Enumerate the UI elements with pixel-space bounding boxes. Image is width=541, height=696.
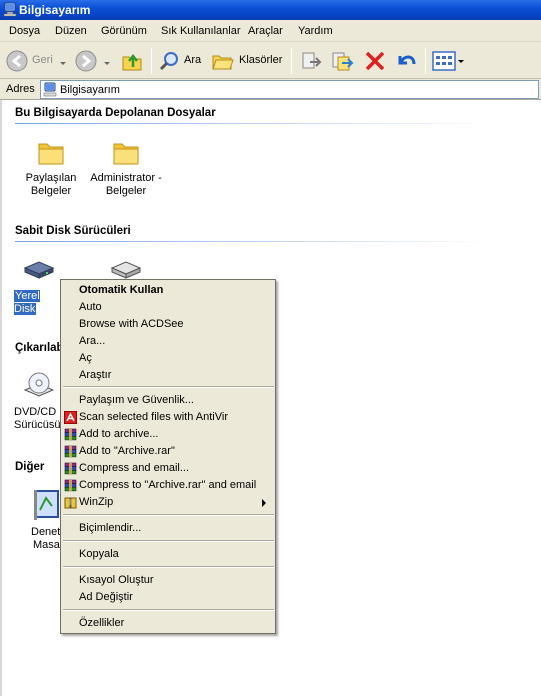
menu-view[interactable]: Görünüm: [101, 25, 147, 37]
address-label: Adres: [6, 83, 35, 95]
shared-documents-folder[interactable]: Paylaşılan Belgeler: [18, 138, 84, 198]
toolbar-separator: [425, 48, 426, 74]
search-label[interactable]: Ara: [184, 54, 201, 66]
window-title: Bilgisayarım: [19, 3, 91, 17]
menu-bar: Dosya Düzen Görünüm Sık Kullanılanlar Ar…: [0, 20, 541, 42]
antivir-icon: [64, 411, 77, 424]
menu-item-open[interactable]: Aç: [62, 350, 274, 367]
administrator-documents-folder[interactable]: Administrator - Belgeler: [86, 138, 166, 198]
folder-label: Belgeler: [105, 185, 147, 197]
move-to-icon[interactable]: [299, 48, 323, 74]
computer-icon: [3, 2, 17, 20]
group-other-title: Diğer: [15, 461, 45, 473]
back-label: Geri: [32, 54, 53, 66]
menu-separator: [63, 514, 274, 516]
menu-item-add-to-archive-rar[interactable]: Add to "Archive.rar": [62, 443, 274, 460]
menu-separator: [63, 540, 274, 542]
control-panel-icon: [30, 490, 62, 525]
winzip-icon: [64, 496, 77, 509]
menu-item-search[interactable]: Ara...: [62, 333, 274, 350]
cd-drive-label: Sürücüsü: [14, 419, 61, 431]
folder-icon: [35, 143, 67, 171]
menu-file[interactable]: Dosya: [9, 25, 40, 37]
menu-item-sharing-security[interactable]: Paylaşım ve Güvenlik...: [62, 392, 274, 409]
up-folder-button[interactable]: [120, 48, 144, 74]
computer-icon: [43, 82, 57, 100]
toolbar-separator: [291, 48, 292, 74]
folders-label[interactable]: Klasörler: [239, 54, 282, 66]
menu-separator: [63, 566, 274, 568]
search-button[interactable]: [157, 48, 181, 74]
menu-item-antivir-scan[interactable]: Scan selected files with AntiVir: [62, 409, 274, 426]
copy-to-icon[interactable]: [330, 48, 354, 74]
dvd-cd-drive[interactable]: DVD/CD Sürücüsü: [14, 370, 64, 432]
folder-label: Administrator -: [90, 172, 162, 184]
menu-item-winzip[interactable]: WinZip: [62, 494, 274, 511]
menu-item-copy[interactable]: Kopyala: [62, 546, 274, 563]
menu-help[interactable]: Yardım: [298, 25, 333, 37]
context-menu: Otomatik Kullan Auto Browse with ACDSee …: [60, 279, 276, 634]
views-button[interactable]: [431, 48, 467, 74]
menu-item-compress-rar-email[interactable]: Compress to "Archive.rar" and email: [62, 477, 274, 494]
menu-item-auto[interactable]: Auto: [62, 299, 274, 316]
submenu-arrow-icon: [262, 499, 266, 507]
menu-item-format[interactable]: Biçimlendir...: [62, 520, 274, 537]
title-bar[interactable]: Bilgisayarım: [0, 0, 541, 20]
winrar-icon: [64, 462, 77, 475]
address-bar: Adres Bilgisayarım: [0, 79, 541, 100]
frame-edge: [0, 100, 2, 696]
group-divider: [15, 123, 495, 124]
local-disk-drive[interactable]: Yerel Disk: [14, 258, 64, 316]
menu-item-create-shortcut[interactable]: Kısayol Oluştur: [62, 572, 274, 589]
winrar-icon: [64, 428, 77, 441]
menu-tools[interactable]: Araçlar: [248, 25, 283, 37]
drive-label: Yerel Disk: [14, 290, 40, 315]
menu-item-acdsee[interactable]: Browse with ACDSee: [62, 316, 274, 333]
address-field[interactable]: Bilgisayarım: [40, 80, 539, 99]
cd-drive-label: DVD/CD: [14, 406, 57, 418]
folders-button[interactable]: [211, 48, 235, 74]
forward-button[interactable]: [74, 48, 98, 74]
winrar-icon: [64, 445, 77, 458]
menu-favorites[interactable]: Sık Kullanılanlar: [161, 25, 241, 37]
menu-separator: [63, 386, 274, 388]
folder-icon: [110, 143, 142, 171]
menu-item-explore[interactable]: Araştır: [62, 367, 274, 384]
group-stored-files-title: Bu Bilgisayarda Depolanan Dosyalar: [15, 107, 216, 119]
address-value: Bilgisayarım: [60, 84, 120, 96]
group-divider: [15, 241, 495, 242]
toolbar-separator: [151, 48, 152, 74]
menu-item-compress-email[interactable]: Compress and email...: [62, 460, 274, 477]
menu-item-add-to-archive[interactable]: Add to archive...: [62, 426, 274, 443]
cd-drive-icon: [21, 372, 57, 405]
menu-edit[interactable]: Düzen: [55, 25, 87, 37]
hard-disk-icon: [21, 261, 57, 285]
folder-label: Belgeler: [30, 185, 72, 197]
undo-icon[interactable]: [394, 48, 418, 74]
winrar-icon: [64, 479, 77, 492]
back-button[interactable]: [5, 48, 29, 74]
menu-item-autoplay[interactable]: Otomatik Kullan: [62, 282, 274, 299]
delete-icon[interactable]: [363, 48, 387, 74]
group-hard-drives-title: Sabit Disk Sürücüleri: [15, 225, 131, 237]
menu-item-rename[interactable]: Ad Değiştir: [62, 589, 274, 606]
folder-label: Paylaşılan: [25, 172, 77, 184]
menu-separator: [63, 609, 274, 611]
toolbar: Geri Ara Klasörler: [0, 42, 541, 79]
menu-item-properties[interactable]: Özellikler: [62, 615, 274, 632]
